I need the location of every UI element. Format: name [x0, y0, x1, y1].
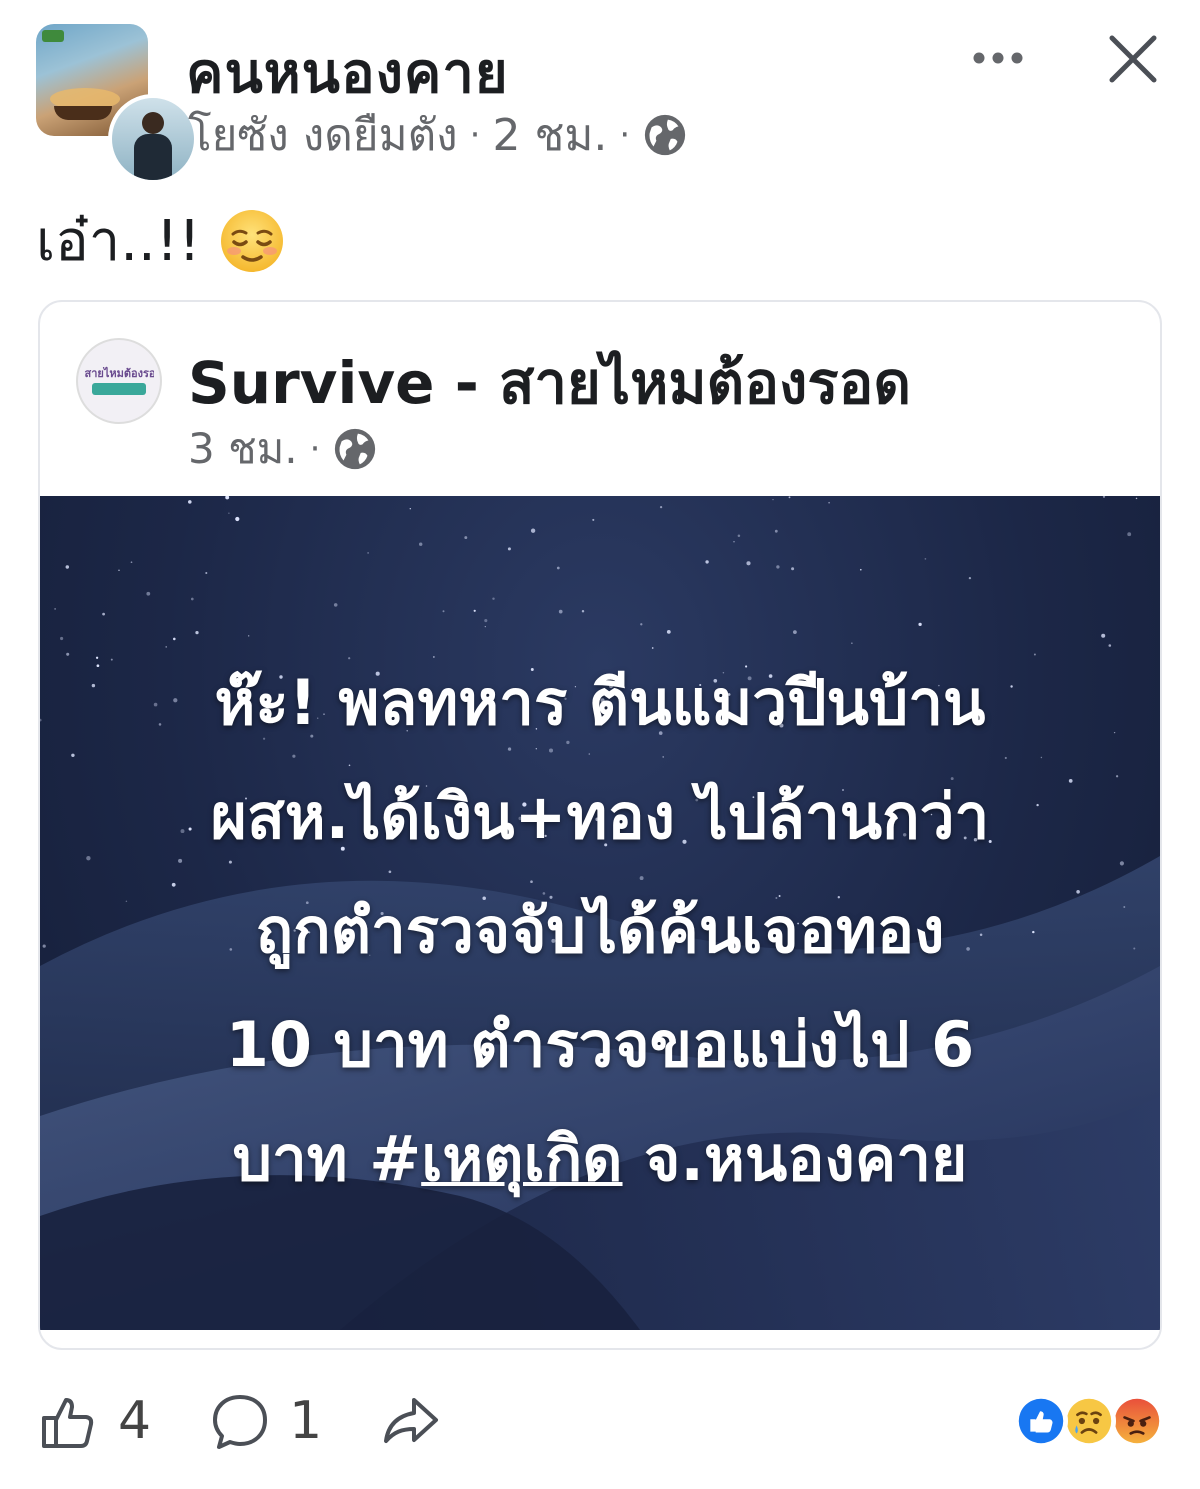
reaction-summary[interactable]: [1014, 1394, 1166, 1450]
globe-icon: [645, 114, 686, 156]
star: [333, 603, 338, 607]
star: [190, 597, 194, 601]
share-icon: [384, 1398, 439, 1443]
star: [173, 637, 176, 641]
star: [118, 569, 120, 572]
shared-post-meta: 3 ชม. ·: [188, 416, 378, 482]
avatar-group[interactable]: [36, 24, 198, 184]
post-message: เอ๋า..!!: [36, 209, 201, 274]
star: [1127, 532, 1132, 537]
star: [1101, 633, 1106, 638]
star: [235, 516, 240, 522]
page-avatar[interactable]: #สายไหมต้องรอด: [76, 338, 162, 424]
globe-icon: [335, 428, 376, 470]
star: [968, 576, 972, 580]
shared-post-card[interactable]: #สายไหมต้องรอด Survive - สายไหมต้องรอด 3…: [38, 300, 1162, 1350]
star: [54, 608, 56, 610]
like-button[interactable]: 4: [38, 1390, 151, 1452]
angry-reaction-icon: [1110, 1394, 1164, 1448]
star: [640, 623, 643, 626]
star: [146, 591, 151, 596]
headline-line-4: 10 บาท ตำรวจขอแบ่งไป 6: [225, 1008, 975, 1081]
star: [774, 529, 778, 533]
star: [419, 542, 423, 546]
star: [581, 610, 585, 613]
shared-post-time[interactable]: 3 ชม.: [188, 416, 298, 482]
star: [793, 630, 797, 634]
comment-button[interactable]: 1: [209, 1390, 322, 1452]
star: [746, 561, 751, 566]
star: [592, 518, 595, 521]
star: [228, 512, 230, 514]
headline-line-5: บาท #เหตุเกิด จ.หนองคาย: [40, 1102, 1160, 1216]
image-headline: ห๊ะ! พลทหาร ตีนแมวปีนบ้าน ผสห.ได้เงิน+ทอ…: [40, 646, 1160, 1216]
comment-icon: [213, 1395, 268, 1449]
star: [1102, 496, 1106, 498]
comment-count: 1: [289, 1391, 323, 1451]
relieved-face-emoji-icon: [220, 209, 283, 272]
star: [464, 536, 468, 540]
share-button[interactable]: [380, 1390, 442, 1452]
star: [772, 498, 774, 501]
star: [130, 561, 133, 564]
star: [102, 612, 105, 616]
action-bar: 4 1: [38, 1386, 500, 1456]
svg-text:#สายไหมต้องรอด: #สายไหมต้องรอด: [84, 366, 154, 380]
star: [666, 630, 671, 634]
star: [1135, 497, 1138, 500]
headline-text: บาท #: [232, 1122, 422, 1195]
sad-reaction-icon: [1062, 1394, 1116, 1448]
star: [659, 505, 663, 509]
page-logo-icon: #สายไหมต้องรอด: [84, 366, 154, 395]
star: [788, 496, 791, 499]
separator-dot: ·: [309, 429, 321, 469]
star: [556, 566, 560, 570]
star: [225, 496, 230, 500]
star: [507, 547, 511, 551]
star: [918, 622, 922, 627]
thumbs-up-icon: [42, 1398, 94, 1448]
star: [859, 568, 862, 571]
like-reaction-icon: [1014, 1394, 1068, 1448]
star: [484, 626, 486, 628]
more-options-icon[interactable]: [968, 32, 1028, 84]
star: [737, 534, 741, 537]
separator-dot: ·: [469, 115, 481, 155]
star: [195, 630, 199, 635]
star: [733, 540, 735, 543]
headline-line-3: ถูกตำรวจจับได้ค้นเจอทอง: [255, 894, 945, 967]
separator-dot: ·: [619, 115, 631, 155]
post-text: เอ๋า..!!: [36, 196, 285, 285]
hashtag-link[interactable]: เหตุเกิด: [421, 1122, 622, 1195]
post-time[interactable]: 2 ชม.: [492, 100, 607, 170]
star: [530, 528, 536, 533]
star: [367, 552, 369, 554]
star: [484, 619, 488, 623]
author-name[interactable]: โยซัง งดยืมตัง: [188, 100, 458, 170]
star: [828, 501, 830, 504]
star: [473, 609, 476, 612]
star: [205, 571, 208, 575]
star: [924, 558, 927, 560]
headline-line-1: ห๊ะ! พลทหาร ตีนแมวปีนบ้าน: [214, 666, 986, 739]
star: [188, 500, 192, 504]
post-image[interactable]: ห๊ะ! พลทหาร ตีนแมวปีนบ้าน ผสห.ได้เงิน+ทอ…: [40, 496, 1160, 1330]
close-icon[interactable]: [1106, 32, 1160, 86]
post-meta: โยซัง งดยืมตัง · 2 ชม. ·: [188, 100, 688, 170]
star: [409, 508, 411, 510]
star: [705, 560, 709, 564]
star: [558, 609, 563, 614]
star: [248, 635, 250, 637]
star: [776, 565, 780, 569]
star: [851, 642, 853, 644]
star: [60, 636, 64, 641]
like-count: 4: [118, 1391, 152, 1451]
author-avatar[interactable]: [108, 94, 198, 184]
star: [65, 565, 70, 569]
star: [791, 567, 795, 571]
star: [442, 610, 445, 613]
star: [492, 597, 495, 600]
headline-text: จ.หนองคาย: [622, 1122, 968, 1195]
headline-line-2: ผสห.ได้เงิน+ทอง ไปล้านกว่า: [210, 780, 990, 853]
